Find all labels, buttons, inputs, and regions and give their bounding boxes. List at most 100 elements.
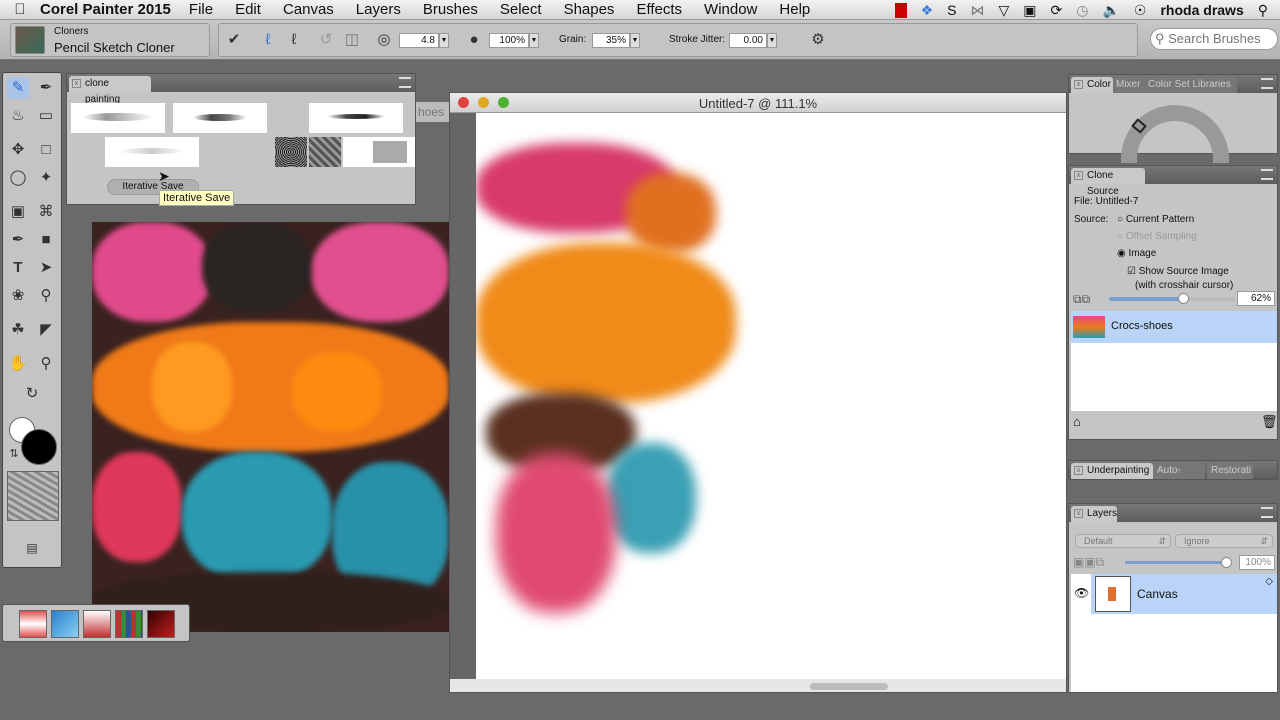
brush-selector[interactable]: Cloners Pencil Sketch Cloner	[10, 23, 210, 57]
tab-color[interactable]: x Color	[1071, 77, 1113, 93]
dodge-icon[interactable]: ☘	[7, 319, 29, 341]
visibility-eye-icon[interactable]: 👁	[1074, 586, 1089, 600]
freehand-stroke-icon[interactable]: ℓ	[257, 29, 279, 51]
close-icon[interactable]: x	[72, 79, 81, 88]
grain-dropdown[interactable]: ▼	[630, 33, 640, 48]
menu-effects[interactable]: Effects	[636, 1, 682, 18]
delete-source-icon[interactable]: 🗑	[1261, 414, 1278, 430]
menu-shapes[interactable]: Shapes	[564, 1, 615, 18]
dropbox-icon[interactable]: ❖	[921, 2, 934, 19]
text-icon[interactable]: T	[7, 257, 29, 279]
tab-clone-source[interactable]: x Clone Source	[1071, 168, 1145, 197]
mirror-icon[interactable]: ◤	[35, 319, 57, 341]
dropper-tool-icon[interactable]: ✒	[35, 77, 57, 99]
brush-preset-4[interactable]	[105, 137, 199, 167]
tab-clone-painting[interactable]: x clone painting	[69, 76, 151, 105]
hidden-tab[interactable]: hoes	[416, 102, 450, 122]
source-opacity-input[interactable]: 62%	[1237, 291, 1275, 306]
layer-options-icon[interactable]: ◇	[1265, 576, 1273, 587]
radio-current-pattern[interactable]: ○ Current Pattern	[1117, 214, 1194, 225]
s-icon[interactable]: S	[947, 2, 956, 18]
rect-select-icon[interactable]: □	[35, 139, 57, 161]
composite-method-select[interactable]: Default ⇵	[1075, 534, 1171, 548]
magnifier-icon[interactable]: ⚲	[35, 353, 57, 375]
brush-settings-icon[interactable]: ⚙	[807, 29, 829, 51]
display-icon[interactable]: ▣	[1023, 2, 1036, 19]
layer-opacity-slider[interactable]	[1125, 561, 1225, 564]
overlay-icons[interactable]: ⧉⧉	[1073, 292, 1090, 307]
menu-edit[interactable]: Edit	[235, 1, 261, 18]
layer-row-canvas[interactable]: Canvas ◇	[1091, 574, 1277, 614]
swap-colors-icon[interactable]: ⇅	[3, 443, 25, 465]
user-name[interactable]: rhoda draws	[1160, 2, 1243, 18]
tab-color-set-libraries[interactable]: Color Set Libraries	[1145, 77, 1237, 93]
rubber-stamp-icon[interactable]: ⚲	[35, 285, 57, 307]
main-color-swatch[interactable]	[21, 429, 57, 465]
eraser-icon[interactable]: ▭	[35, 105, 57, 127]
wifi-icon[interactable]: ▽	[999, 2, 1010, 19]
radio-image[interactable]: ◉ Image	[1117, 248, 1156, 259]
show-source-checkbox[interactable]: ☑ Show Source Image	[1127, 266, 1229, 277]
layer-lock-icons[interactable]: ▣▣⧉	[1073, 555, 1104, 570]
palette-item-5[interactable]	[147, 610, 175, 638]
tab-restoration[interactable]: Restorati	[1207, 463, 1253, 479]
add-source-icon[interactable]: ⌂	[1073, 414, 1081, 429]
stroke-jitter-dropdown[interactable]: ▼	[767, 33, 777, 48]
brush-preset-1[interactable]	[71, 103, 165, 133]
opacity-dropdown[interactable]: ▼	[529, 33, 539, 48]
palette-item-2[interactable]	[51, 610, 79, 638]
paint-bucket-icon[interactable]: ♨	[7, 105, 29, 127]
panel-menu-icon[interactable]	[1261, 78, 1273, 89]
magic-wand-icon[interactable]: ✦	[35, 167, 57, 189]
menu-select[interactable]: Select	[500, 1, 542, 18]
rotate-page-icon[interactable]: ↻	[21, 383, 43, 405]
close-icon[interactable]: x	[1074, 171, 1083, 180]
palette-item-1[interactable]	[19, 610, 47, 638]
menu-window[interactable]: Window	[704, 1, 757, 18]
brush-tool-icon[interactable]: ✎	[7, 77, 29, 99]
source-opacity-slider[interactable]	[1109, 297, 1235, 301]
paper-preset-1[interactable]	[275, 137, 307, 167]
layer-opacity-input[interactable]: 100%	[1239, 555, 1275, 570]
user-icon[interactable]: ☉	[1134, 2, 1147, 19]
recording-icon[interactable]	[894, 2, 907, 18]
menu-file[interactable]: File	[189, 1, 213, 18]
brush-preset-2[interactable]	[173, 103, 267, 133]
close-icon[interactable]: x	[1074, 466, 1083, 475]
tab-layers[interactable]: x Layers	[1071, 506, 1117, 522]
composite-depth-select[interactable]: Ignore ⇵	[1175, 534, 1273, 548]
paper-preset-3[interactable]	[343, 137, 415, 167]
volume-icon[interactable]: 🔈	[1102, 2, 1119, 19]
stroke-jitter-input[interactable]: 0.00	[729, 33, 767, 48]
palette-item-3[interactable]	[83, 610, 111, 638]
menu-help[interactable]: Help	[779, 1, 810, 18]
close-icon[interactable]: x	[1074, 509, 1083, 518]
brush-preset-3[interactable]	[309, 103, 403, 133]
crop-icon[interactable]: ⌘	[35, 201, 57, 223]
panel-menu-icon[interactable]	[1261, 507, 1273, 518]
size-input[interactable]: 4.8	[399, 33, 439, 48]
sync-icon[interactable]: ⟳	[1051, 2, 1063, 19]
pen-icon[interactable]: ✒	[7, 229, 29, 251]
app-menu[interactable]: Corel Painter 2015	[40, 1, 171, 18]
menu-brushes[interactable]: Brushes	[423, 1, 478, 18]
menu-canvas[interactable]: Canvas	[283, 1, 334, 18]
paper-swatch[interactable]	[7, 471, 59, 521]
palette-item-4[interactable]	[115, 610, 143, 638]
transform-icon[interactable]: ▣	[7, 201, 29, 223]
rectangle-shape-icon[interactable]: ■	[35, 229, 57, 251]
grain-input[interactable]: 35%	[592, 33, 630, 48]
cloner-icon[interactable]: ❀	[7, 285, 29, 307]
size-dropdown[interactable]: ▼	[439, 33, 449, 48]
bluetooth-icon[interactable]: ⋈	[971, 2, 985, 19]
horizontal-scrollbar[interactable]	[810, 683, 888, 690]
opacity-input[interactable]: 100%	[489, 33, 529, 48]
tab-auto-painting[interactable]: Auto-	[1153, 463, 1205, 479]
canvas[interactable]	[476, 113, 1066, 679]
layer-opacity-thumb[interactable]	[1221, 557, 1232, 568]
stroke-attributes-icon[interactable]: ◫	[341, 29, 363, 51]
toolbox-toggle-icon[interactable]: ▤	[21, 537, 43, 559]
panel-menu-icon[interactable]	[1261, 169, 1273, 180]
menu-layers[interactable]: Layers	[356, 1, 401, 18]
layer-adjuster-icon[interactable]: ✥	[7, 139, 29, 161]
